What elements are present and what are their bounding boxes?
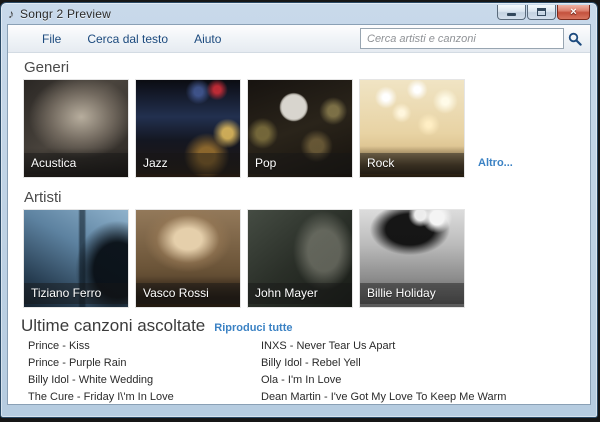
menu-file[interactable]: File: [38, 29, 65, 49]
window-controls: ×: [497, 5, 590, 20]
minimize-icon: [507, 13, 516, 16]
song-item[interactable]: Ola - I'm In Love: [261, 372, 506, 389]
song-item[interactable]: Dean Martin - I've Got My Love To Keep M…: [261, 389, 506, 404]
tile-label: Rock: [360, 153, 464, 174]
tile-label: Vasco Rossi: [136, 283, 240, 304]
tile-label: Pop: [248, 153, 352, 174]
menu-aiuto[interactable]: Aiuto: [190, 29, 225, 49]
songs-column-left: Prince - Kiss Prince - Purple Rain Billy…: [28, 338, 261, 404]
menu-bar: File Cerca dal testo Aiuto: [8, 25, 590, 53]
genre-tile-acustica[interactable]: Acustica: [24, 80, 128, 177]
client-area: File Cerca dal testo Aiuto Generi Acusti…: [7, 24, 591, 405]
minimize-button[interactable]: [497, 5, 526, 20]
artist-tile-john-mayer[interactable]: John Mayer: [248, 210, 352, 307]
genre-tile-pop[interactable]: Pop: [248, 80, 352, 177]
window-title: Songr 2 Preview: [20, 7, 111, 21]
close-button[interactable]: ×: [557, 5, 590, 20]
search-button[interactable]: [564, 28, 586, 49]
song-item[interactable]: INXS - Never Tear Us Apart: [261, 338, 506, 355]
search-input[interactable]: [360, 28, 564, 49]
music-note-icon: ♪: [8, 8, 14, 20]
play-all-link[interactable]: Riproduci tutte: [214, 322, 292, 334]
artist-tile-tiziano-ferro[interactable]: Tiziano Ferro: [24, 210, 128, 307]
song-item[interactable]: Billy Idol - Rebel Yell: [261, 355, 506, 372]
genres-heading: Generi: [24, 59, 590, 76]
recent-header-row: Ultime canzoni ascoltate Riproduci tutte: [21, 315, 590, 336]
tile-label: Tiziano Ferro: [24, 283, 128, 304]
recent-heading: Ultime canzoni ascoltate: [21, 315, 205, 336]
title-bar: ♪ Songr 2 Preview ×: [1, 3, 597, 24]
genres-tile-row: Acustica Jazz Pop Rock Altro...: [24, 80, 590, 177]
song-item[interactable]: The Cure - Friday I\'m In Love: [28, 389, 261, 404]
tile-label: John Mayer: [248, 283, 352, 304]
song-item[interactable]: Prince - Kiss: [28, 338, 261, 355]
search-area: [360, 28, 586, 49]
artist-tile-vasco-rossi[interactable]: Vasco Rossi: [136, 210, 240, 307]
artists-tile-row: Tiziano Ferro Vasco Rossi John Mayer Bil…: [24, 210, 590, 307]
recent-songs: Prince - Kiss Prince - Purple Rain Billy…: [28, 338, 590, 404]
genre-tile-jazz[interactable]: Jazz: [136, 80, 240, 177]
songs-column-right: INXS - Never Tear Us Apart Billy Idol - …: [261, 338, 506, 404]
app-window: ♪ Songr 2 Preview × File Cerca dal testo…: [0, 2, 598, 418]
song-item[interactable]: Prince - Purple Rain: [28, 355, 261, 372]
main-content: Generi Acustica Jazz Pop Rock Altro... A…: [8, 53, 590, 404]
song-item[interactable]: Billy Idol - White Wedding: [28, 372, 261, 389]
menu-cerca-dal-testo[interactable]: Cerca dal testo: [83, 29, 172, 49]
more-genres-link[interactable]: Altro...: [478, 157, 513, 169]
tile-label: Billie Holiday: [360, 283, 464, 304]
search-icon: [568, 32, 582, 46]
artist-tile-billie-holiday[interactable]: Billie Holiday: [360, 210, 464, 307]
genre-tile-rock[interactable]: Rock: [360, 80, 464, 177]
artists-heading: Artisti: [24, 189, 590, 206]
maximize-button[interactable]: [527, 5, 556, 20]
tile-label: Acustica: [24, 153, 128, 174]
tile-label: Jazz: [136, 153, 240, 174]
maximize-icon: [537, 8, 546, 16]
